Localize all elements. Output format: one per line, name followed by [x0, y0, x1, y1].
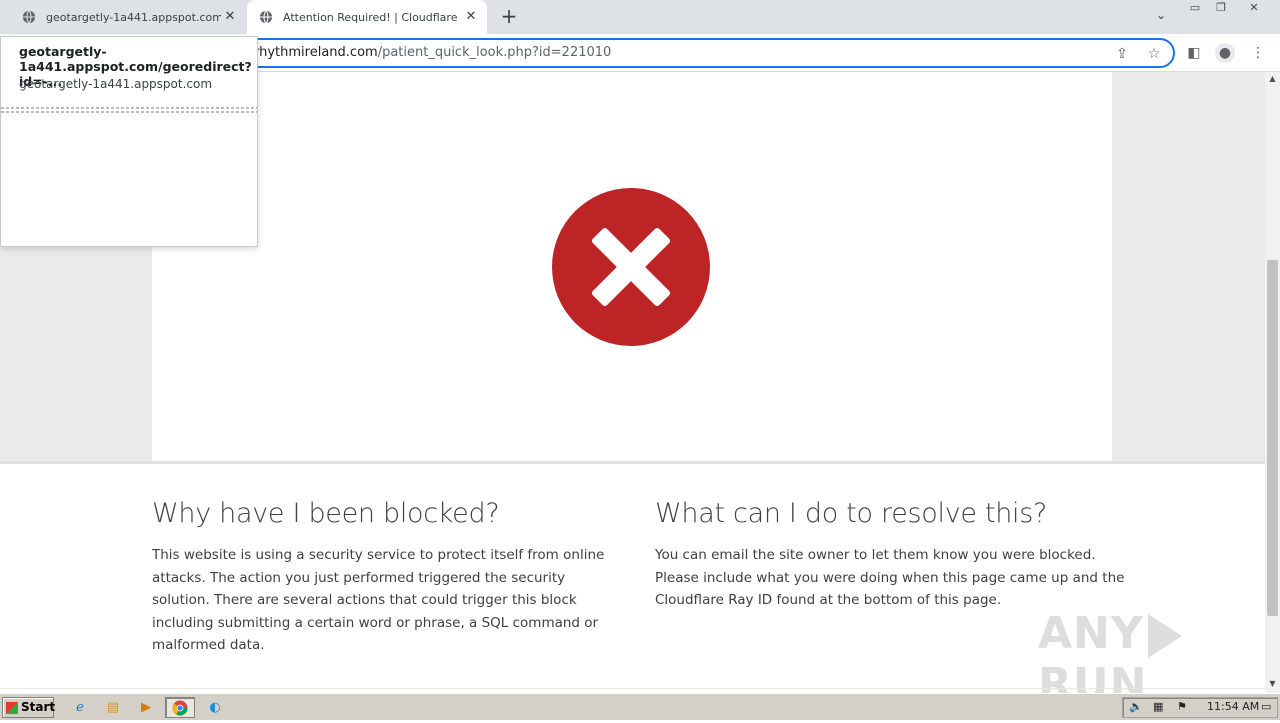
tab-hover-card: geotargetly-1a441.appspot.com/georedirec…: [0, 36, 258, 247]
hero-divider: [0, 461, 1265, 464]
share-icon[interactable]: ⇪: [1113, 45, 1131, 63]
menu-kebab-icon[interactable]: ⋮: [1248, 43, 1268, 63]
url-host: rhythmireland.com: [254, 45, 378, 60]
tab-geotargetly[interactable]: geotargetly-1a441.appspot.com/ge ✕: [8, 0, 246, 34]
chrome-icon[interactable]: [165, 697, 195, 718]
volume-icon[interactable]: 🔈: [1129, 700, 1143, 713]
resolve-section: What can I do to resolve this? You can e…: [655, 496, 1125, 612]
scroll-down-arrow-icon[interactable]: ▼: [1265, 679, 1280, 691]
close-tab-icon[interactable]: ✕: [463, 9, 479, 25]
tab-strip: geotargetly-1a441.appspot.com/ge ✕ Atten…: [0, 0, 1280, 34]
taskbar: Start ℯ ▤ ▶ ◐ 🔈 ▦ ⚑ 11:54 AM ▭: [0, 693, 1280, 720]
new-tab-button[interactable]: +: [498, 6, 520, 27]
bookmark-star-icon[interactable]: ☆: [1145, 45, 1163, 63]
why-blocked-heading: Why have I been blocked?: [152, 498, 500, 529]
globe-icon: [22, 10, 36, 24]
tab-title: Attention Required! | Cloudflare: [283, 10, 458, 24]
vertical-scrollbar[interactable]: ▲ ▼: [1265, 72, 1280, 693]
edge-icon[interactable]: ◐: [203, 697, 227, 718]
start-button[interactable]: Start: [2, 697, 55, 718]
tab-search-chevron-icon[interactable]: ⌄: [1152, 8, 1170, 26]
tab-title: geotargetly-1a441.appspot.com/ge: [46, 10, 221, 24]
scroll-thumb[interactable]: [1267, 260, 1278, 616]
why-blocked-body: This website is using a security service…: [152, 547, 605, 653]
close-window-button[interactable]: ✕: [1244, 1, 1264, 15]
resolve-body: You can email the site owner to let them…: [655, 547, 1125, 608]
restore-button[interactable]: ❐: [1211, 1, 1231, 15]
windows-logo-icon: [6, 702, 18, 714]
profile-avatar-icon[interactable]: ●: [1215, 43, 1235, 63]
show-desktop-icon[interactable]: ▭: [1261, 700, 1271, 713]
internet-explorer-icon[interactable]: ℯ: [68, 697, 92, 718]
media-player-icon[interactable]: ▶: [134, 697, 158, 718]
globe-icon: [259, 10, 273, 24]
network-icon[interactable]: ▦: [1153, 700, 1163, 713]
scroll-up-arrow-icon[interactable]: ▲: [1265, 74, 1280, 86]
play-icon: [1147, 614, 1182, 658]
footer-divider: [0, 688, 1265, 689]
system-tray: 🔈 ▦ ⚑ 11:54 AM ▭: [1122, 697, 1278, 718]
url-path: /patient_quick_look.php?id=221010: [377, 45, 612, 60]
hover-card-thumbnail: [1, 105, 257, 117]
address-bar[interactable]: rhythmireland.com/patient_quick_look.php…: [190, 38, 1175, 68]
file-explorer-icon[interactable]: ▤: [101, 697, 125, 718]
why-blocked-section: Why have I been blocked? This website is…: [152, 496, 612, 657]
tab-cloudflare[interactable]: Attention Required! | Cloudflare ✕: [247, 0, 487, 34]
minimize-button[interactable]: ▭: [1185, 1, 1205, 15]
side-panel-icon[interactable]: ◧: [1184, 43, 1204, 63]
anyrun-watermark: ANYRUN: [1038, 608, 1265, 693]
clock: 11:54 AM: [1207, 700, 1260, 713]
url-text[interactable]: rhythmireland.com/patient_quick_look.php…: [254, 45, 611, 60]
resolve-heading: What can I do to resolve this?: [655, 498, 1048, 529]
close-tab-icon[interactable]: ✕: [222, 9, 238, 25]
hover-card-domain: geotargetly-1a441.appspot.com: [19, 77, 213, 91]
action-center-flag-icon[interactable]: ⚑: [1177, 700, 1187, 713]
error-x-icon: [552, 188, 710, 346]
